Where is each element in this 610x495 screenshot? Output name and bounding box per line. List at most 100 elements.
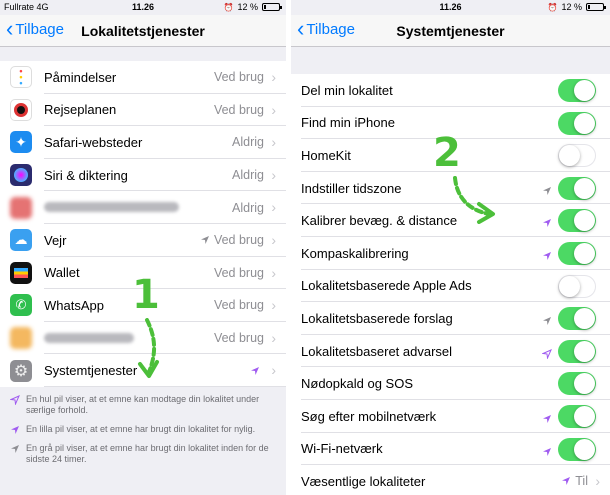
access-value (250, 366, 264, 376)
service-toggle[interactable] (558, 404, 596, 428)
toggle-knob (574, 80, 595, 101)
access-value-text: Ved brug (213, 265, 264, 280)
service-row[interactable]: Lokalitetsbaseret advarsel (291, 335, 610, 368)
status-bar: Fullrate 4G 11.26 ⏰ 12 % (0, 0, 286, 15)
app-name: Rejseplanen (44, 102, 117, 118)
navigation-bar: ‹ Tilbage Systemtjenester (291, 15, 610, 47)
service-toggle[interactable] (558, 111, 596, 135)
chevron-right-icon: › (271, 69, 276, 85)
access-value-text: Ved brug (213, 233, 264, 248)
legend-item: En lilla pil viser, at et emne har brugt… (0, 424, 286, 435)
access-value-text: Aldrig (232, 200, 264, 215)
service-label: Indstiller tidszone (301, 180, 402, 196)
service-toggle[interactable] (558, 241, 596, 265)
service-toggle[interactable] (558, 79, 596, 102)
blurred-app-icon (10, 327, 32, 350)
row-separator (44, 385, 286, 387)
service-toggle[interactable] (558, 307, 596, 331)
toggle-knob (574, 405, 595, 427)
service-toggle[interactable] (558, 372, 596, 396)
legend-text: En hul pil viser, at et emne kan modtage… (26, 394, 260, 415)
toggle-knob (559, 275, 580, 297)
journey-planner-icon (10, 98, 32, 121)
service-label: Del min lokalitet (301, 82, 393, 98)
access-value: Ved brug (214, 70, 264, 84)
arrow-indicator (542, 444, 552, 462)
location-arrow-icon (543, 186, 551, 195)
access-value: Aldrig (232, 135, 264, 149)
alarm-icon: ⏰ (547, 2, 558, 12)
location-arrow-icon (543, 447, 551, 456)
service-row[interactable]: Nødopkald og SOS (291, 367, 610, 400)
app-name: Wallet (44, 265, 80, 281)
service-label: Wi-Fi-netværk (301, 441, 383, 457)
chevron-right-icon: › (271, 166, 276, 183)
service-value: Til (561, 474, 588, 488)
blurred-app-name (44, 200, 179, 215)
location-arrow-icon (543, 414, 551, 423)
location-arrow-icon (543, 317, 551, 326)
chevron-right-icon: › (595, 473, 600, 490)
service-label: Find min iPhone (301, 115, 395, 131)
battery-icon (262, 3, 282, 11)
service-toggle[interactable] (558, 274, 596, 298)
legend-item: En grå pil viser, at et emne har brugt d… (0, 443, 286, 465)
annotation-arrow-1 (138, 318, 159, 378)
list-item-reminders[interactable]: • • • Påmindelser Ved brug › (0, 61, 286, 94)
location-arrow-icon (541, 348, 552, 360)
service-row[interactable]: Del min lokalitet (291, 74, 610, 107)
list-item-journey[interactable]: Rejseplanen Ved brug › (0, 94, 286, 127)
access-value: Ved brug (214, 298, 264, 312)
arrow-indicator (542, 248, 552, 266)
service-toggle[interactable] (558, 339, 596, 363)
purple-arrow-icon (11, 426, 19, 434)
service-row[interactable]: Lokalitetsbaserede forslag (291, 302, 610, 335)
whatsapp-icon: ✆ (10, 294, 32, 317)
service-toggle[interactable] (558, 144, 596, 168)
legend-text: En lilla pil viser, at et emne har brugt… (26, 424, 256, 434)
location-arrow-icon (543, 219, 551, 228)
list-item-safari[interactable]: ✦ Safari-websteder Aldrig › (0, 126, 286, 159)
gear-icon: ⚙ (10, 359, 32, 382)
access-value-text: Ved brug (213, 298, 264, 313)
arrow-indicator (542, 215, 552, 233)
safari-compass-icon: ✦ (10, 131, 32, 154)
service-row[interactable]: Væsentlige lokaliteter Til › (291, 465, 610, 495)
service-toggle[interactable] (558, 209, 596, 233)
location-services-screen: Fullrate 4G 11.26 ⏰ 12 % ‹ Tilbage Lokal… (0, 0, 286, 495)
list-item-weather[interactable]: ☁ Vejr Ved brug › (0, 224, 286, 257)
arrow-indicator (541, 346, 552, 364)
chevron-right-icon: › (271, 101, 276, 118)
access-value-text: Ved brug (213, 70, 264, 85)
toggle-knob (574, 340, 595, 362)
toggle-knob (574, 373, 595, 395)
toggle-knob (574, 242, 595, 264)
toggle-knob (559, 145, 580, 167)
service-value-text: Til (575, 474, 588, 489)
service-row[interactable]: Søg efter mobilnetværk (291, 400, 610, 433)
toggle-knob (574, 177, 595, 199)
list-item-blurred-app[interactable]: Aldrig › (0, 191, 286, 224)
service-label: Kompaskalibrering (301, 245, 409, 261)
service-row[interactable]: Wi-Fi-netværk (291, 433, 610, 466)
service-row[interactable]: Lokalitetsbaserede Apple Ads (291, 270, 610, 303)
service-label: Nødopkald og SOS (301, 376, 414, 392)
gray-arrow-icon (11, 445, 19, 453)
arrow-indicator (542, 313, 552, 331)
hollow-arrow-icon (10, 395, 20, 405)
reminders-icon: • • • (10, 66, 32, 89)
battery-percent: 12 % (237, 2, 258, 12)
access-value: Ved brug (214, 331, 264, 345)
page-title: Lokalitetstjenester (81, 23, 205, 39)
service-label: Væsentlige lokaliteter (301, 473, 426, 489)
service-toggle[interactable] (558, 176, 596, 200)
blurred-app-name (44, 331, 134, 346)
location-arrow-icon (543, 251, 551, 260)
chevron-right-icon: › (271, 362, 276, 379)
battery-icon (586, 3, 606, 11)
chevron-right-icon: › (271, 134, 276, 151)
list-item-siri[interactable]: Siri & diktering Aldrig › (0, 159, 286, 192)
service-toggle[interactable] (558, 437, 596, 461)
service-row[interactable]: Kompaskalibrering (291, 237, 610, 270)
page-title: Systemtjenester (396, 23, 505, 39)
